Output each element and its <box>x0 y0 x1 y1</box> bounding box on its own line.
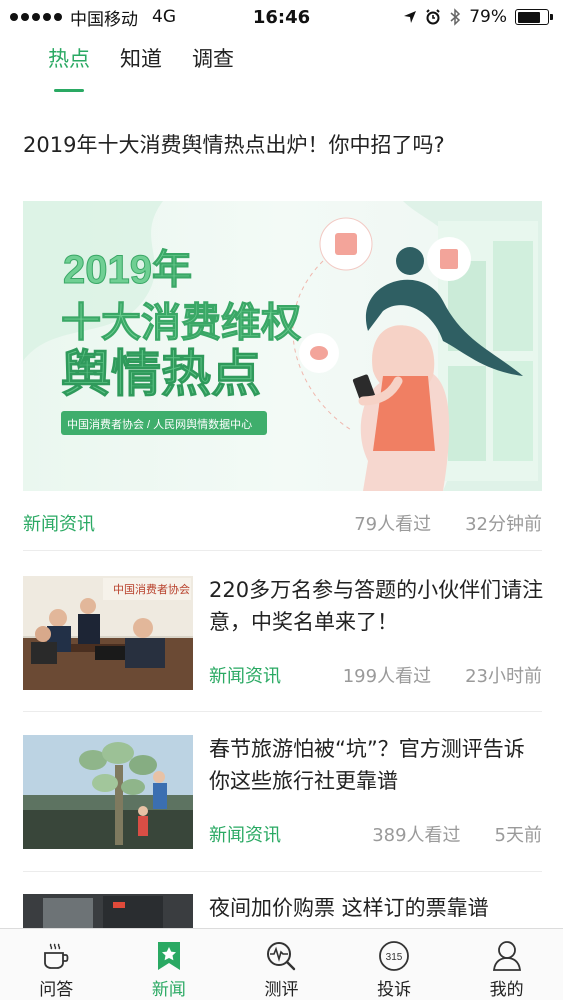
tab-hot[interactable]: 热点 <box>48 40 90 92</box>
news-category[interactable]: 新闻资讯 <box>209 662 281 688</box>
news-title[interactable]: 春节旅游怕被“坑”？官方测评告诉你这些旅行社更靠谱 <box>209 733 544 797</box>
banner-line3: 舆情热点 <box>61 346 261 402</box>
news-views: 389人看过 <box>372 825 461 846</box>
news-thumbnail: 中国消费者协会 <box>23 576 193 690</box>
tab-survey[interactable]: 调查 <box>192 40 234 92</box>
news-title[interactable]: 220多万名参与答题的小伙伴们请注意，中奖名单来了！ <box>209 574 544 638</box>
divider <box>23 711 542 712</box>
news-item[interactable]: 夜间加价购票 这样订的票靠谱 <box>23 894 542 928</box>
banner-org: 中国消费者协会 / 人民网舆情数据中心 <box>67 417 252 431</box>
alarm-icon <box>426 9 440 25</box>
nav-label-qa: 问答 <box>39 980 74 1000</box>
news-item[interactable]: 中国消费者协会 220多万名参与答题的小伙伴们请注意，中奖名单来了！ 新闻资讯 … <box>23 574 544 691</box>
pulse-search-icon <box>265 939 297 973</box>
tab-know[interactable]: 知道 <box>120 40 162 92</box>
nav-review[interactable]: 测评 <box>225 929 338 1000</box>
battery-icon <box>515 9 553 25</box>
banner-line2: 十大消费维权 <box>61 301 301 345</box>
featured-views: 79人看过 <box>354 514 432 535</box>
star-bookmark-icon <box>153 939 185 973</box>
status-right: 79% <box>403 7 553 27</box>
news-time: 5天前 <box>494 825 542 846</box>
nav-me[interactable]: 我的 <box>450 929 563 1000</box>
location-arrow-icon <box>404 11 417 23</box>
banner-illustration: 2019年 十大消费维权 舆情热点 中国消费者协会 / 人民网舆情数据中心 <box>23 201 542 491</box>
news-item[interactable]: 春节旅游怕被“坑”？官方测评告诉你这些旅行社更靠谱 新闻资讯 389人看过 5天… <box>23 735 542 850</box>
nav-label-news: 新闻 <box>151 980 186 1000</box>
badge-315-text: 315 <box>386 952 403 963</box>
bluetooth-icon <box>450 8 461 26</box>
nav-label-review: 测评 <box>264 980 299 1000</box>
news-thumbnail <box>23 894 193 928</box>
thumb-sign: 中国消费者协会 <box>113 582 190 596</box>
news-views: 199人看过 <box>342 666 432 687</box>
person-icon <box>491 939 523 973</box>
nav-label-complaint: 投诉 <box>377 980 412 1000</box>
divider <box>23 871 542 872</box>
battery-fill <box>517 11 541 23</box>
featured-category[interactable]: 新闻资讯 <box>23 510 95 536</box>
signal-icon <box>10 13 62 21</box>
news-time: 23小时前 <box>465 666 542 687</box>
status-left: 中国移动 4G <box>10 5 176 30</box>
nav-complaint[interactable]: 315 投诉 <box>338 929 451 1000</box>
featured-banner[interactable]: 2019年 十大消费维权 舆情热点 中国消费者协会 / 人民网舆情数据中心 <box>23 201 542 491</box>
status-bar: 中国移动 4G 16:46 79% <box>0 0 563 34</box>
battery-percent: 79% <box>469 7 507 27</box>
divider <box>23 550 542 551</box>
news-title[interactable]: 夜间加价购票 这样订的票靠谱 <box>209 894 542 924</box>
carrier-name: 中国移动 <box>70 9 138 30</box>
banner-line1: 2019年 <box>63 248 192 292</box>
nav-label-me: 我的 <box>489 980 524 1000</box>
news-meta: 新闻资讯 199人看过 23小时前 <box>209 662 542 688</box>
featured-time: 32分钟前 <box>465 514 542 535</box>
network-type: 4G <box>152 7 176 27</box>
top-tabs: 热点 知道 调查 <box>0 40 563 92</box>
news-category[interactable]: 新闻资讯 <box>209 821 281 847</box>
nav-qa[interactable]: 问答 <box>0 929 113 1000</box>
featured-meta: 新闻资讯 79人看过 32分钟前 <box>23 510 542 536</box>
news-thumbnail <box>23 735 193 849</box>
bottom-nav: 问答 新闻 测评 315 投诉 我的 <box>0 928 563 1000</box>
featured-title[interactable]: 2019年十大消费舆情热点出炉！你中招了吗? <box>23 130 543 160</box>
nav-news[interactable]: 新闻 <box>113 929 226 1000</box>
315-icon: 315 <box>378 939 410 973</box>
news-meta: 新闻资讯 389人看过 5天前 <box>209 821 542 847</box>
cup-icon <box>40 939 72 973</box>
